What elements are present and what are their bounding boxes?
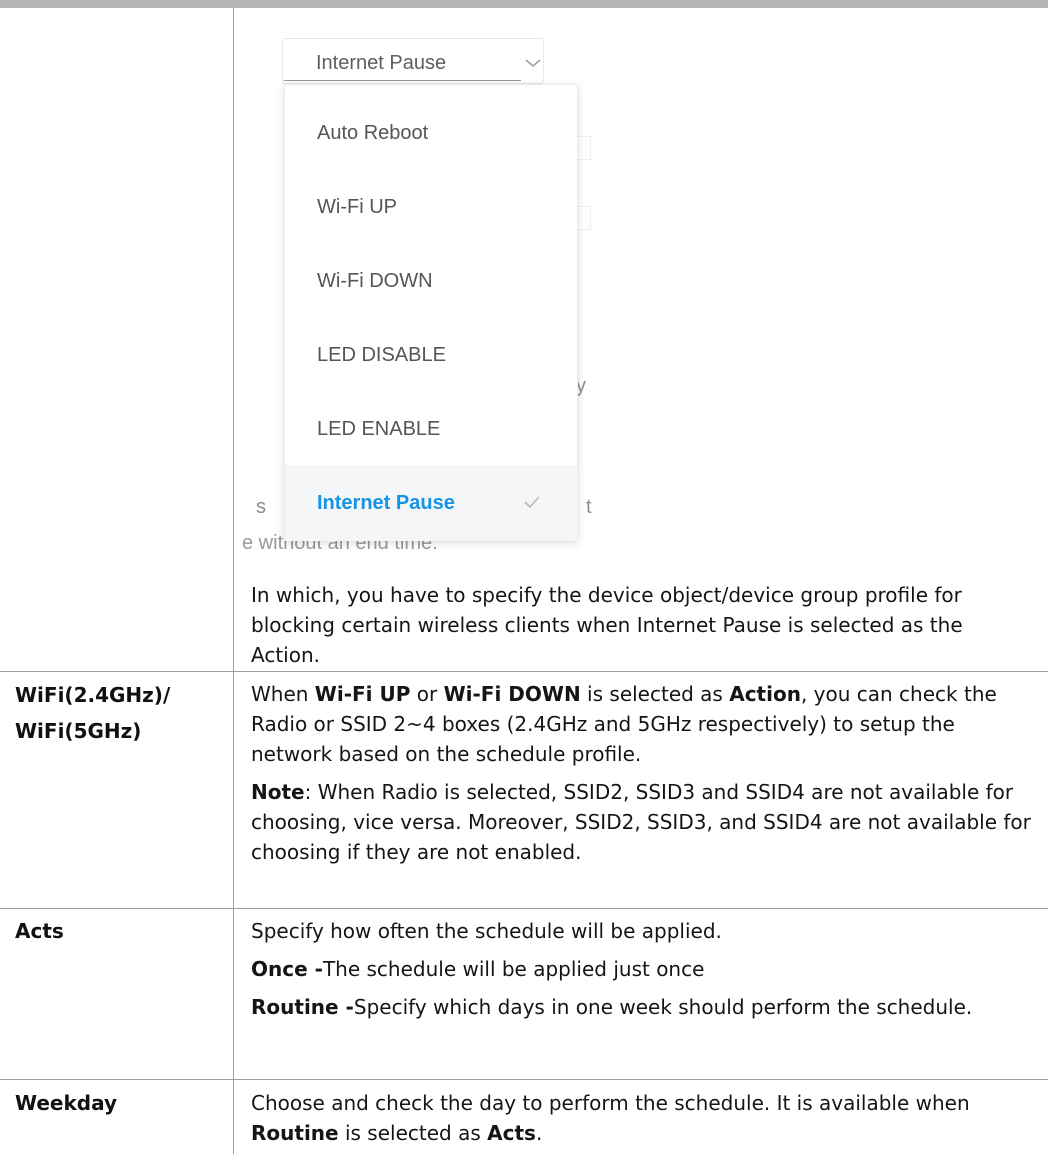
dropdown-option-wifi-up[interactable]: Wi-Fi UP [285, 169, 577, 245]
wifi-note: Note: When Radio is selected, SSID2, SSI… [251, 780, 1031, 864]
acts-routine: Routine -Specify which days in one week … [251, 995, 973, 1019]
wifi-description: When Wi-Fi UP or Wi-Fi DOWN is selected … [251, 682, 997, 766]
checkmark-icon [524, 496, 540, 509]
dropdown-option-led-enable[interactable]: LED ENABLE [285, 391, 577, 467]
background-fragment: t [586, 496, 592, 518]
action-dropdown-menu: Auto Reboot Wi-Fi UP Wi-Fi DOWN LED DISA… [284, 84, 578, 541]
row-divider-1 [0, 671, 1048, 672]
row-label-wifi-line2: WiFi(5GHz) [15, 719, 142, 743]
acts-once: Once -The schedule will be applied just … [251, 957, 705, 981]
select-underline [284, 80, 521, 81]
screenshot-action-dropdown: y s t e without an end time. Internet Pa… [234, 8, 654, 573]
row-label-acts: Acts [15, 919, 64, 943]
internet-pause-description: In which, you have to specify the device… [251, 583, 963, 667]
dropdown-option-led-disable[interactable]: LED DISABLE [285, 317, 577, 393]
row-divider-2 [0, 908, 1048, 909]
weekday-description: Choose and check the day to perform the … [251, 1091, 970, 1145]
top-border [0, 0, 1048, 8]
row-divider-3 [0, 1079, 1048, 1080]
acts-description: Specify how often the schedule will be a… [251, 919, 722, 943]
row-label-wifi-line1: WiFi(2.4GHz)/ [15, 683, 171, 707]
background-fragment: s [256, 496, 266, 518]
dropdown-option-internet-pause[interactable]: Internet Pause [285, 465, 577, 541]
row-label-weekday: Weekday [15, 1091, 118, 1115]
dropdown-option-auto-reboot[interactable]: Auto Reboot [285, 95, 577, 171]
chevron-down-icon[interactable] [522, 53, 544, 73]
dropdown-option-wifi-down[interactable]: Wi-Fi DOWN [285, 243, 577, 319]
action-select-value: Internet Pause [316, 52, 447, 74]
